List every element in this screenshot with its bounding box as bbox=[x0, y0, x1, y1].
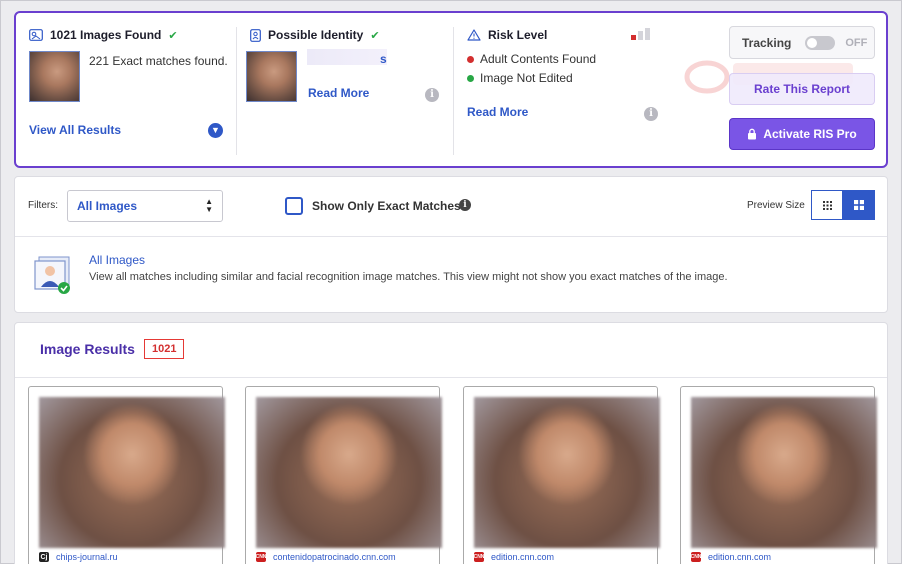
verified-check-icon: ✔ bbox=[168, 29, 178, 42]
preview-small-button[interactable] bbox=[811, 190, 843, 220]
view-all-results-link[interactable]: View All Results bbox=[29, 123, 121, 137]
filter-select-value: All Images bbox=[77, 199, 138, 213]
activate-pro-label: Activate RIS Pro bbox=[763, 127, 857, 141]
possible-identity-title: Possible Identity bbox=[268, 28, 364, 42]
results-header: Image Results 1021 bbox=[15, 323, 887, 378]
cj-icon: Cj bbox=[39, 552, 49, 562]
result-source-link[interactable]: edition.cnn.com bbox=[708, 552, 771, 562]
exact-matches-text: 221 Exact matches found. bbox=[89, 54, 228, 68]
risk-item-edited: Image Not Edited bbox=[467, 71, 573, 85]
chevron-down-icon[interactable]: ▼ bbox=[208, 123, 223, 138]
risk-item-adult: Adult Contents Found bbox=[467, 52, 596, 66]
grid-small-icon bbox=[822, 200, 832, 210]
filters-card: Filters: All Images ▲ ▼ Show Only Exact M… bbox=[14, 176, 888, 313]
result-source[interactable]: Cj chips-journal.ru bbox=[39, 552, 118, 562]
verified-check-icon: ✔ bbox=[370, 29, 380, 42]
images-found-title: 1021 Images Found bbox=[50, 28, 162, 42]
result-source[interactable]: CNN contenidopatrocinado.cnn.com bbox=[256, 552, 396, 562]
identity-read-more-link[interactable]: Read More bbox=[308, 86, 369, 100]
filters-toolbar: Filters: All Images ▲ ▼ Show Only Exact M… bbox=[15, 177, 887, 237]
identity-name-redacted bbox=[307, 49, 387, 65]
id-badge-icon bbox=[250, 28, 261, 42]
possible-identity-header: Possible Identity ✔ bbox=[250, 28, 380, 42]
result-source-link[interactable]: contenidopatrocinado.cnn.com bbox=[273, 552, 396, 562]
tracking-state: OFF bbox=[845, 36, 868, 49]
summary-card: 1021 Images Found ✔ 221 Exact matches fo… bbox=[14, 11, 888, 168]
possible-identity-panel: Possible Identity ✔ s Read More i bbox=[236, 27, 453, 155]
risk-item-label: Adult Contents Found bbox=[480, 52, 597, 66]
warning-triangle-icon bbox=[467, 29, 481, 41]
tracking-label: Tracking bbox=[742, 35, 792, 50]
info-icon[interactable]: i bbox=[459, 199, 471, 211]
view-mode-description: View all matches including similar and f… bbox=[89, 271, 728, 283]
tracking-toggle[interactable] bbox=[805, 35, 836, 50]
grid-large-icon bbox=[854, 200, 864, 210]
rate-report-button[interactable]: Rate This Report bbox=[729, 73, 875, 105]
select-arrows-icon: ▲ ▼ bbox=[205, 197, 213, 214]
risk-level-title: Risk Level bbox=[488, 28, 548, 42]
view-mode-title: All Images bbox=[89, 253, 146, 267]
images-found-header: 1021 Images Found ✔ bbox=[29, 28, 178, 42]
result-image[interactable] bbox=[474, 397, 660, 548]
cnn-icon: CNN bbox=[473, 552, 485, 562]
cnn-icon: CNN bbox=[255, 552, 267, 562]
result-source-link[interactable]: chips-journal.ru bbox=[56, 552, 118, 562]
results-count-badge: 1021 bbox=[144, 339, 185, 359]
alert-dot-icon bbox=[467, 55, 474, 63]
result-image[interactable] bbox=[691, 397, 877, 548]
image-search-icon bbox=[29, 29, 43, 41]
info-icon[interactable]: i bbox=[425, 88, 439, 102]
results-card: Image Results 1021 Cj chips-journal.ru C… bbox=[14, 322, 888, 564]
info-icon[interactable]: i bbox=[644, 107, 658, 121]
result-source[interactable]: CNN edition.cnn.com bbox=[691, 552, 771, 562]
result-card[interactable]: CNN edition.cnn.com bbox=[463, 386, 660, 564]
result-image[interactable] bbox=[39, 397, 225, 548]
risk-level-panel: Risk Level Adult Contents Found Image No… bbox=[453, 27, 683, 155]
ok-dot-icon bbox=[467, 74, 474, 82]
exact-matches-checkbox[interactable] bbox=[285, 197, 303, 215]
risk-level-header: Risk Level bbox=[467, 28, 547, 42]
result-source[interactable]: CNN edition.cnn.com bbox=[474, 552, 554, 562]
cnn-icon: CNN bbox=[690, 552, 702, 562]
preview-size-label: Preview Size bbox=[747, 200, 805, 211]
result-image[interactable] bbox=[256, 397, 442, 548]
risk-meter bbox=[631, 28, 650, 40]
identity-image-thumbnail[interactable] bbox=[246, 51, 297, 102]
activate-pro-button[interactable]: Activate RIS Pro bbox=[729, 118, 875, 150]
risk-item-label: Image Not Edited bbox=[480, 71, 573, 85]
result-source-link[interactable]: edition.cnn.com bbox=[491, 552, 554, 562]
query-image-thumbnail[interactable] bbox=[29, 51, 80, 102]
filters-label: Filters: bbox=[28, 200, 58, 211]
all-images-icon bbox=[34, 256, 70, 294]
preview-large-button[interactable] bbox=[843, 190, 875, 220]
risk-read-more-link[interactable]: Read More bbox=[467, 105, 528, 119]
results-title: Image Results bbox=[40, 341, 135, 357]
lock-icon bbox=[748, 128, 757, 140]
identity-name-tail[interactable]: s bbox=[380, 52, 387, 66]
result-card[interactable]: CNN contenidopatrocinado.cnn.com bbox=[245, 386, 442, 564]
filter-select[interactable]: All Images ▲ ▼ bbox=[67, 190, 223, 222]
result-card[interactable]: Cj chips-journal.ru bbox=[28, 386, 225, 564]
images-found-panel: 1021 Images Found ✔ 221 Exact matches fo… bbox=[16, 13, 236, 166]
result-card[interactable]: CNN edition.cnn.com bbox=[680, 386, 877, 564]
exact-matches-label[interactable]: Show Only Exact Matches bbox=[312, 199, 461, 213]
